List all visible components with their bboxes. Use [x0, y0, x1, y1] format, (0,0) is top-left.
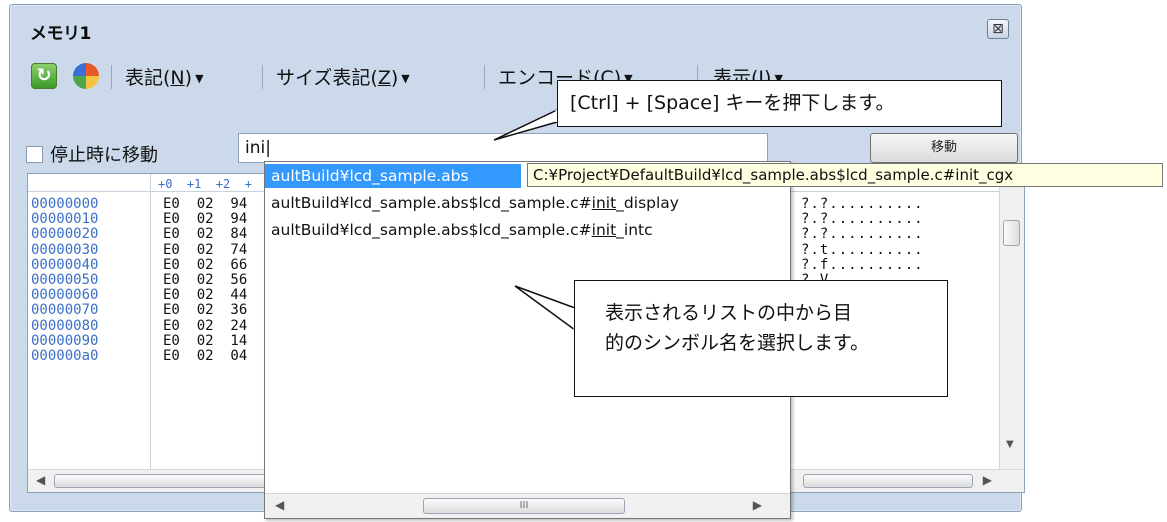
memory-address: 00000040 — [31, 256, 99, 273]
toolbar-separator — [262, 65, 263, 89]
memory-address: 00000020 — [31, 226, 99, 243]
completion-item[interactable]: aultBuild¥lcd_sample.abs$lcd_sample.c#in… — [271, 218, 653, 242]
completion-item[interactable]: aultBuild¥lcd_sample.abs$lcd_sample.c#in… — [271, 191, 679, 215]
completion-tooltip: C:¥Project¥DefaultBuild¥lcd_sample.abs$l… — [527, 163, 1163, 187]
scroll-thumb[interactable] — [54, 474, 274, 488]
scroll-thumb[interactable] — [1003, 220, 1020, 246]
memory-data[interactable]: E0 02 94 ( — [163, 211, 273, 227]
memory-data[interactable]: E0 02 36 ( — [163, 302, 273, 318]
close-icon[interactable]: ⊠ — [987, 19, 1009, 39]
color-palette-icon[interactable] — [73, 63, 99, 89]
memory-data[interactable]: E0 02 66 ( — [163, 257, 273, 273]
scroll-thumb[interactable] — [803, 474, 973, 488]
scroll-right-icon[interactable]: ▶ — [983, 473, 992, 487]
size-notation-menu-button[interactable]: サイズ表記(Z) ▼ — [276, 63, 410, 90]
callout-ctrl-space: [Ctrl] + [Space] キーを押下します。 — [557, 80, 1002, 127]
scroll-left-icon[interactable]: ◀ — [275, 498, 284, 512]
move-button[interactable]: 移動 — [870, 133, 1018, 163]
memory-address: 000000a0 — [31, 348, 99, 364]
memory-data[interactable]: E0 02 84 ( — [163, 226, 273, 242]
memory-data[interactable]: E0 02 44 ( — [163, 287, 273, 303]
scroll-left-icon[interactable]: ◀ — [36, 473, 45, 487]
offset-header: +0 +1 +2 + — [158, 177, 252, 191]
memory-address: 00000010 — [31, 211, 99, 228]
move-on-stop-checkbox[interactable] — [26, 146, 43, 163]
chevron-down-icon: ▼ — [401, 72, 410, 85]
memory-data[interactable]: E0 02 04 ( — [163, 348, 273, 364]
chevron-down-icon: ▼ — [195, 72, 204, 85]
scroll-thumb[interactable]: III — [423, 498, 625, 514]
callout-line: 的のシンボル名を選択します。 — [605, 332, 870, 354]
scroll-down-icon[interactable]: ▼ — [1006, 439, 1014, 450]
window-title: メモリ1 — [30, 24, 91, 44]
memory-ascii: ?.f.......... — [801, 256, 924, 273]
memory-address: 00000080 — [31, 317, 99, 334]
memory-ascii: ?.?.......... — [801, 226, 924, 243]
memory-address: 00000030 — [31, 241, 99, 258]
refresh-icon[interactable]: ↻ — [31, 63, 57, 89]
memory-data[interactable]: E0 02 94 ( — [163, 196, 273, 212]
memory-address: 00000090 — [31, 332, 99, 349]
vertical-scrollbar[interactable]: ▼ — [999, 174, 1024, 492]
memory-address: 00000060 — [31, 287, 99, 304]
memory-address: 00000000 — [31, 196, 99, 212]
memory-data[interactable]: E0 02 24 ( — [163, 318, 273, 334]
completion-item[interactable]: aultBuild¥lcd_sample.abs — [265, 164, 521, 188]
memory-ascii: ?.?.......... — [801, 196, 924, 212]
scroll-right-icon[interactable]: ▶ — [753, 498, 762, 512]
address-input[interactable]: ini| — [238, 133, 768, 163]
move-on-stop-label: 停止時に移動 — [50, 145, 158, 166]
memory-data[interactable]: E0 02 14 ( — [163, 333, 273, 349]
callout-line: 表示されるリストの中から目 — [605, 302, 853, 324]
memory-ascii: ?.t.......... — [801, 241, 924, 258]
toolbar-separator — [484, 65, 485, 89]
memory-data[interactable]: E0 02 74 ( — [163, 242, 273, 258]
memory-address: 00000070 — [31, 302, 99, 319]
toolbar-separator — [111, 65, 112, 89]
memory-address: 00000050 — [31, 272, 99, 288]
callout-select-symbol: 表示されるリストの中から目 的のシンボル名を選択します。 — [574, 280, 948, 397]
memory-ascii: ?.?.......... — [801, 211, 924, 228]
notation-menu-button[interactable]: 表記(N) ▼ — [125, 63, 204, 90]
title-bar: メモリ1 ⊠ — [10, 5, 1021, 44]
popup-horizontal-scrollbar[interactable]: ◀ III ▶ — [265, 493, 790, 518]
memory-data[interactable]: E0 02 56 ( — [163, 272, 273, 288]
